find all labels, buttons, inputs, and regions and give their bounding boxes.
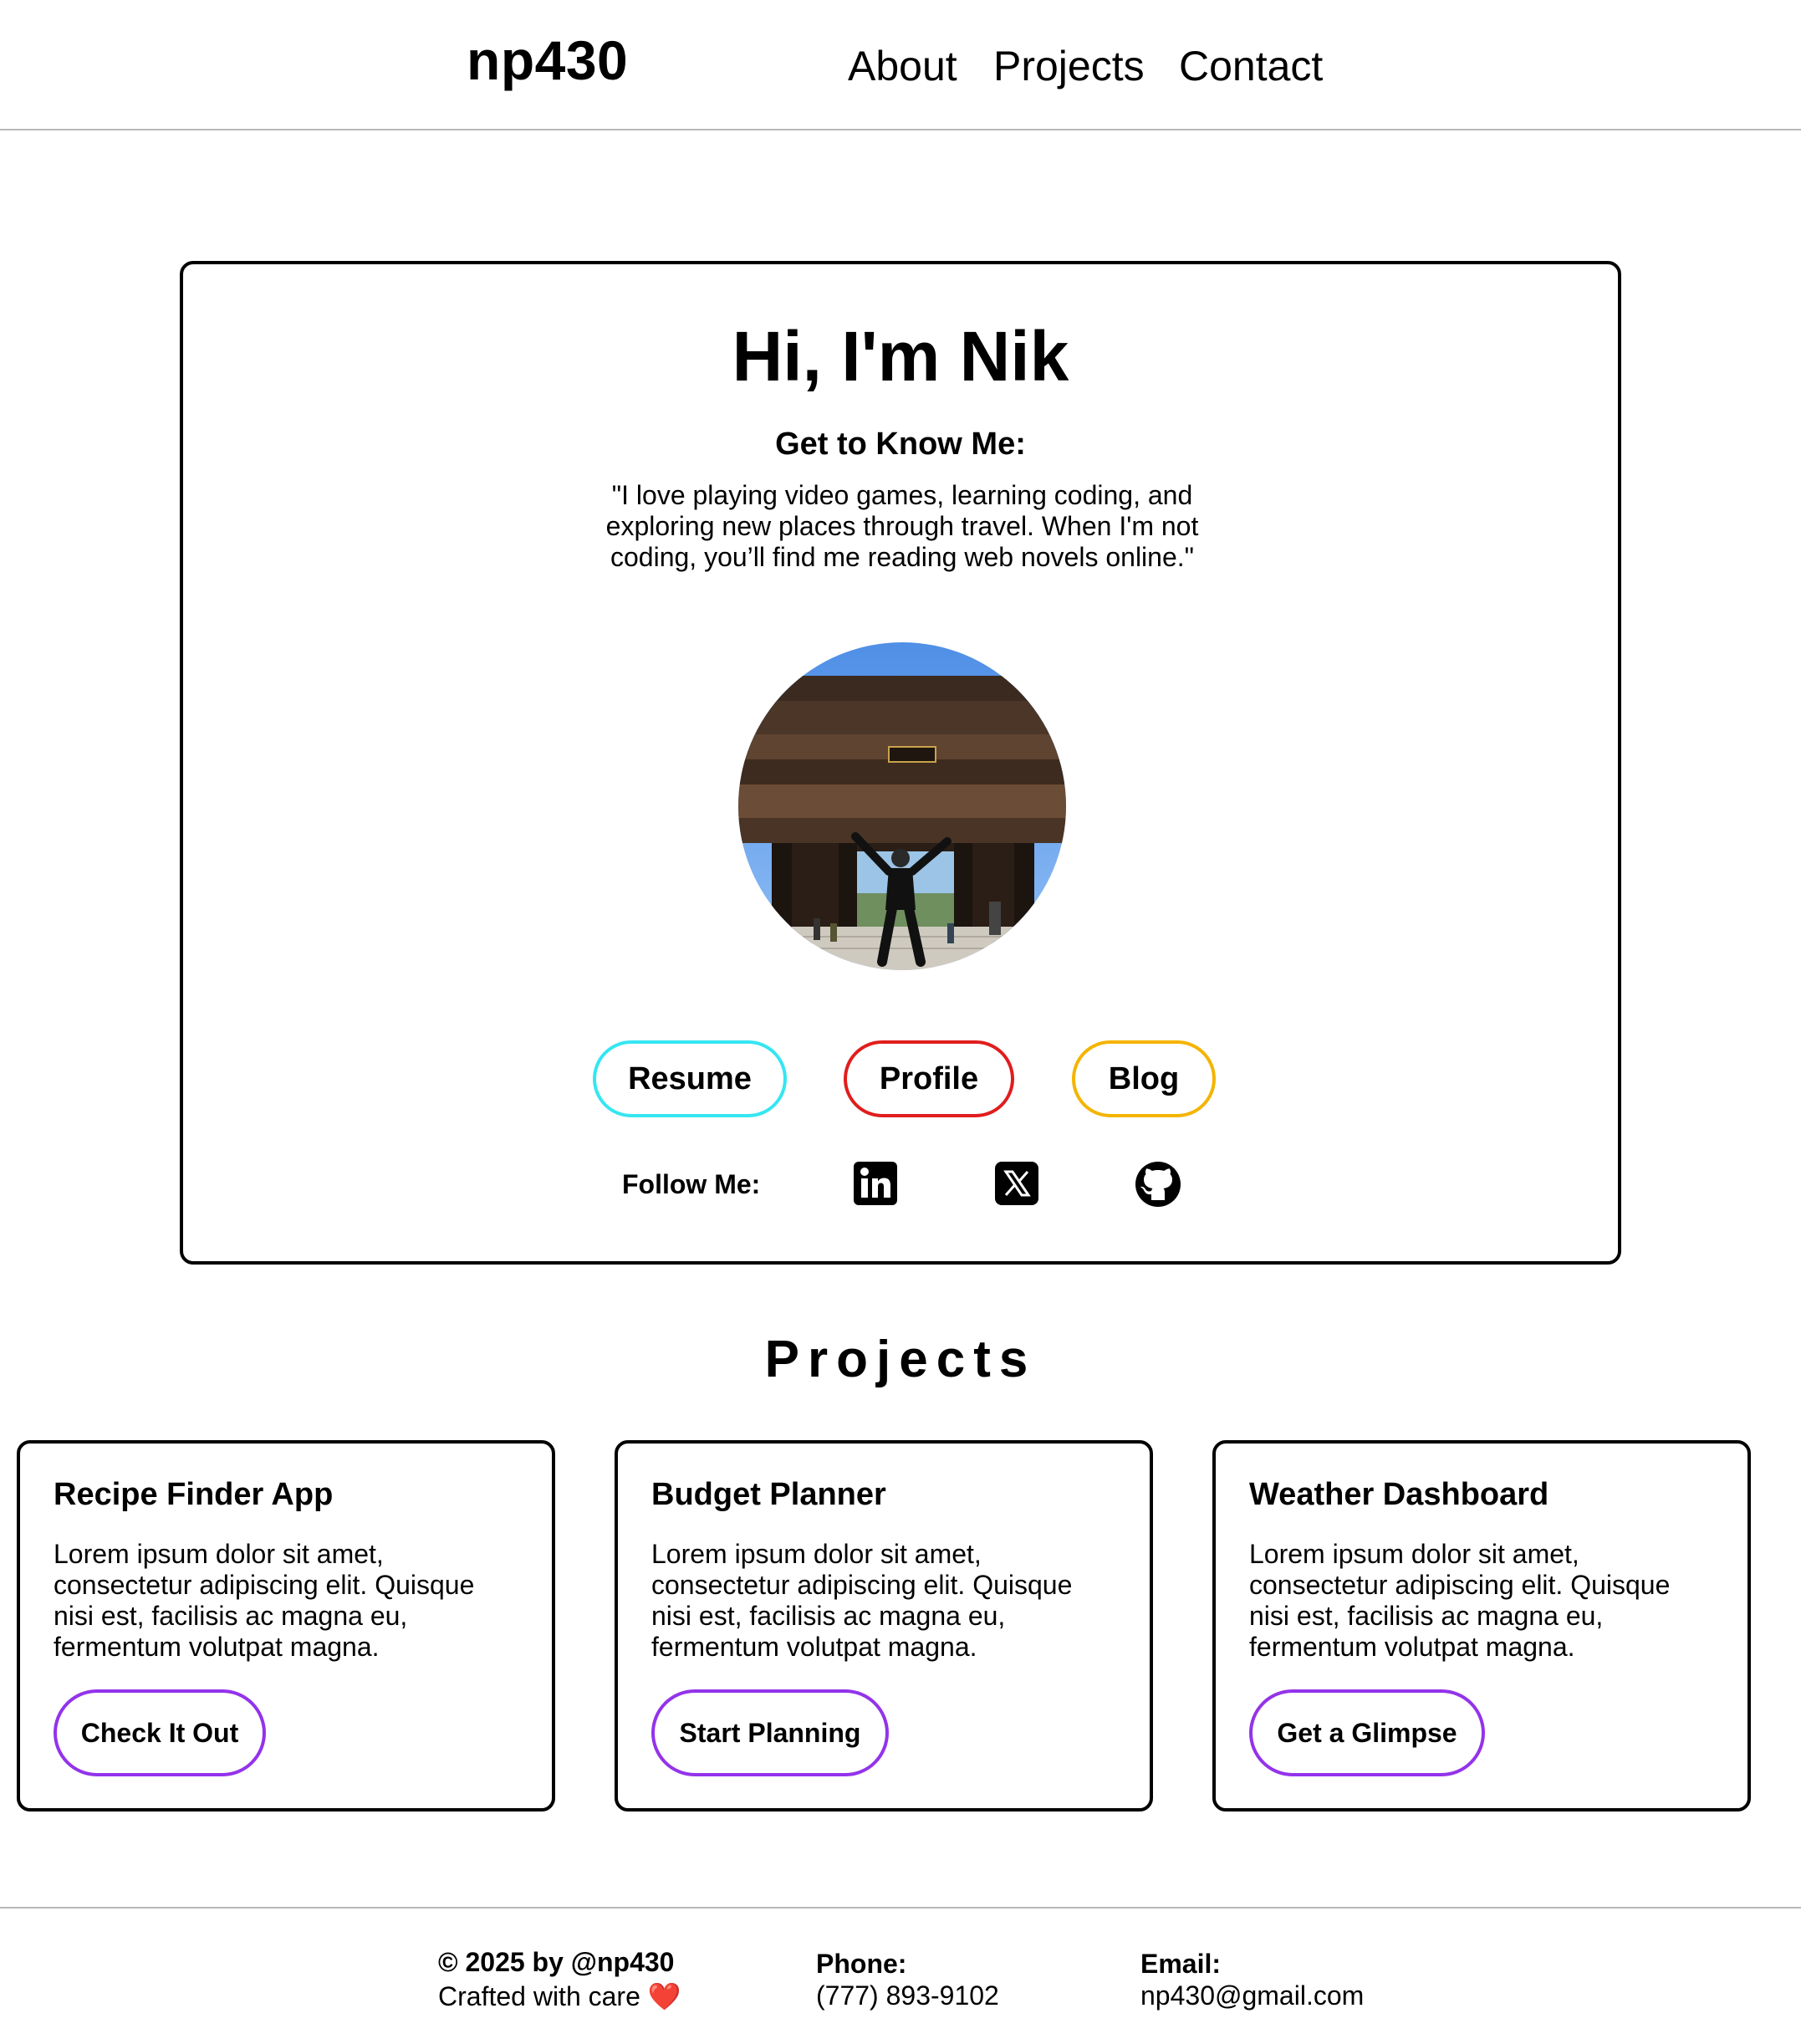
project-title: Weather Dashboard <box>1249 1477 1549 1512</box>
page: np430 About Projects Contact Hi, I'm Nik… <box>0 0 1801 2044</box>
x-icon[interactable] <box>994 1161 1039 1206</box>
projects-heading: Projects <box>764 1331 1037 1388</box>
crafted-text: Crafted with care <box>438 1981 640 2011</box>
follow-me-label: Follow Me: <box>622 1169 761 1199</box>
project-card-budget-planner: Budget Planner Lorem ipsum dolor sit ame… <box>615 1440 1153 1811</box>
profile-photo <box>738 642 1066 970</box>
copyright-text: © 2025 by @np430 <box>438 1947 675 1977</box>
crafted-line: Crafted with care ❤️ <box>438 1980 681 2012</box>
site-footer: © 2025 by @np430 Crafted with care ❤️ Ph… <box>0 1907 1801 2044</box>
project-card-weather-dashboard: Weather Dashboard Lorem ipsum dolor sit … <box>1212 1440 1751 1811</box>
heart-icon: ❤️ <box>647 1981 681 2011</box>
project-card-recipe-finder: Recipe Finder App Lorem ipsum dolor sit … <box>17 1440 555 1811</box>
nav-link-projects[interactable]: Projects <box>993 42 1145 90</box>
github-icon[interactable] <box>1135 1161 1181 1207</box>
nav-link-about[interactable]: About <box>848 42 957 90</box>
phone-label: Phone: <box>816 1949 907 1979</box>
hero-title: Hi, I'm Nik <box>732 317 1069 396</box>
hero-subtitle: Get to Know Me: <box>775 427 1026 462</box>
check-it-out-button[interactable]: Check It Out <box>54 1689 266 1776</box>
project-title: Recipe Finder App <box>54 1477 334 1512</box>
intro-card: Hi, I'm Nik Get to Know Me: "I love play… <box>180 261 1621 1265</box>
project-description: Lorem ipsum dolor sit amet, consectetur … <box>651 1539 1073 1662</box>
profile-button[interactable]: Profile <box>844 1040 1014 1117</box>
site-header: np430 About Projects Contact <box>0 0 1801 130</box>
email-label: Email: <box>1140 1949 1222 1979</box>
hero-quote: "I love playing video games, learning co… <box>605 480 1199 572</box>
project-description: Lorem ipsum dolor sit amet, consectetur … <box>54 1539 475 1662</box>
get-a-glimpse-button[interactable]: Get a Glimpse <box>1249 1689 1485 1776</box>
project-description: Lorem ipsum dolor sit amet, consectetur … <box>1249 1539 1671 1662</box>
start-planning-button[interactable]: Start Planning <box>651 1689 889 1776</box>
linkedin-icon[interactable] <box>853 1161 898 1206</box>
phone-number[interactable]: (777) 893-9102 <box>816 1980 999 2011</box>
nav-link-contact[interactable]: Contact <box>1179 42 1323 90</box>
site-logo[interactable]: np430 <box>467 28 628 92</box>
email-address[interactable]: np430@gmail.com <box>1140 1980 1364 2011</box>
resume-button[interactable]: Resume <box>593 1040 787 1117</box>
project-title: Budget Planner <box>651 1477 886 1512</box>
blog-button[interactable]: Blog <box>1072 1040 1216 1117</box>
